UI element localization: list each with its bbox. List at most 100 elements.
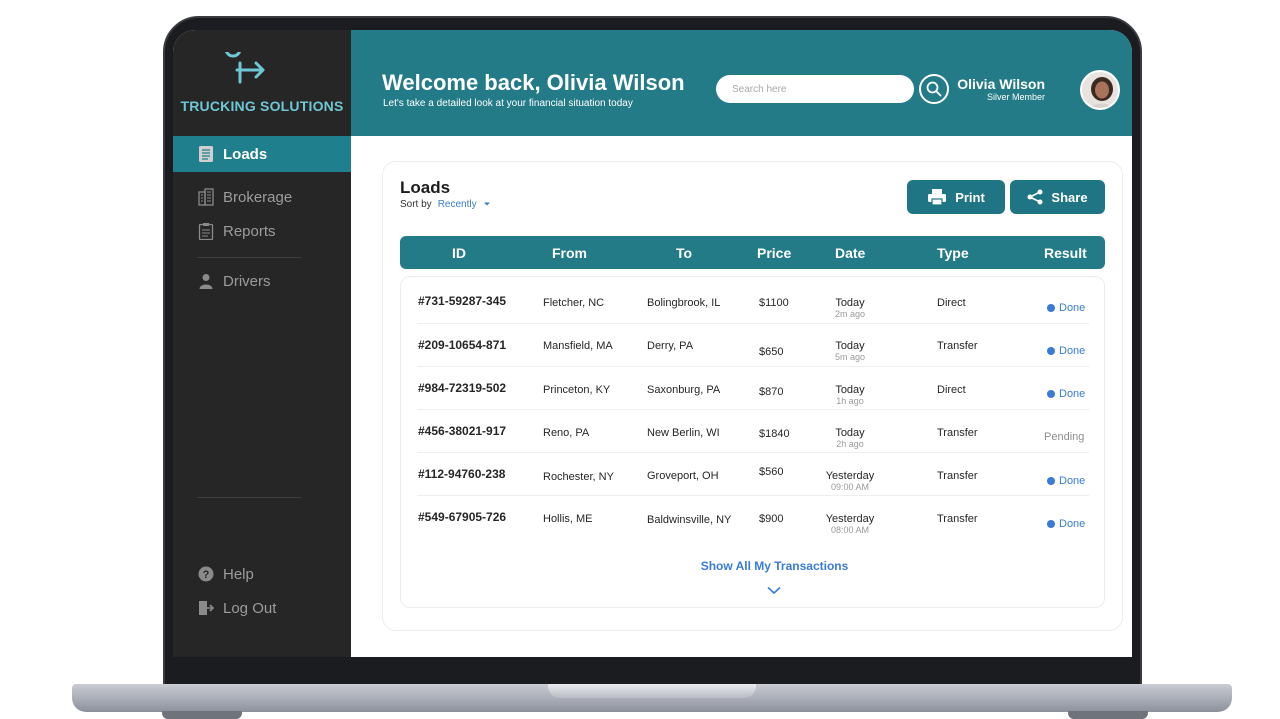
load-from: Hollis, ME (543, 513, 593, 525)
column-header-type[interactable]: Type (937, 245, 969, 261)
brand-name: TRUCKING SOLUTIONS (180, 98, 344, 114)
column-header-id[interactable]: ID (452, 245, 466, 261)
load-id[interactable]: #984-72319-502 (418, 381, 506, 395)
printer-icon (928, 189, 947, 206)
status-text: Done (1059, 475, 1086, 487)
document-icon (197, 145, 215, 163)
load-from: Reno, PA (543, 427, 590, 439)
arrow-logo-icon (225, 52, 265, 84)
print-label: Print (955, 189, 985, 205)
sidebar-item-drivers[interactable]: Drivers (173, 263, 351, 299)
load-to: Groveport, OH (647, 470, 719, 482)
table-header: ID From To Price Date Type Result (400, 236, 1105, 269)
column-header-to[interactable]: To (676, 245, 692, 261)
load-type: Direct (937, 297, 966, 309)
load-id[interactable]: #112-94760-238 (418, 467, 505, 481)
load-to: Derry, PA (647, 340, 694, 352)
load-to: New Berlin, WI (647, 427, 720, 439)
sidebar-item-logout[interactable]: Log Out (173, 590, 351, 626)
table-row[interactable]: #456-38021-917 Reno, PA New Berlin, WI $… (417, 410, 1089, 453)
status-text: Done (1059, 302, 1086, 314)
table-row[interactable]: #112-94760-238 Rochester, NY Groveport, … (417, 453, 1089, 496)
user-icon (197, 272, 215, 290)
search-button[interactable] (919, 74, 949, 104)
status-badge: Done (1047, 345, 1085, 357)
sidebar-item-label: Drivers (223, 272, 271, 290)
status-badge: Done (1047, 388, 1085, 400)
user-photo-icon (1082, 72, 1118, 108)
sidebar-item-label: Reports (223, 222, 276, 240)
sidebar-item-label: Help (223, 565, 254, 583)
check-icon (1047, 520, 1055, 528)
column-header-result[interactable]: Result (1044, 245, 1087, 261)
load-time: 1h ago (836, 396, 864, 406)
sidebar-item-loads[interactable]: Loads (173, 136, 351, 172)
show-all-link[interactable]: Show All My Transactions (652, 559, 897, 573)
sidebar-item-reports[interactable]: Reports (173, 213, 351, 249)
load-time: 08:00 AM (830, 525, 870, 535)
load-price: $870 (759, 386, 784, 398)
search-input[interactable] (716, 75, 914, 103)
help-icon: ? (197, 565, 215, 583)
sort-value[interactable]: Recently (438, 199, 477, 210)
load-price: $900 (759, 513, 784, 525)
sidebar-item-label: Loads (223, 145, 268, 163)
laptop-notch (548, 684, 756, 698)
status-badge: Done (1047, 302, 1085, 314)
load-type: Transfer (937, 427, 978, 439)
laptop-foot-left (162, 711, 242, 719)
loads-title: Loads (400, 178, 451, 197)
welcome-subtitle: Let's take a detailed look at your finan… (383, 98, 633, 109)
sidebar-item-brokerage[interactable]: Brokerage (173, 179, 351, 215)
load-id[interactable]: #456-38021-917 (418, 424, 506, 438)
load-time: 2m ago (834, 309, 866, 319)
table-row[interactable]: #731-59287-345 Fletcher, NC Bolingbrook,… (417, 281, 1089, 324)
share-button[interactable]: Share (1010, 180, 1105, 214)
check-icon (1047, 304, 1055, 312)
sort-control[interactable]: Sort by Recently (400, 199, 491, 210)
check-icon (1047, 390, 1055, 398)
chevron-down-icon[interactable] (767, 586, 781, 595)
table-row[interactable]: #209-10654-871 Mansfield, MA Derry, PA $… (417, 324, 1089, 367)
user-role: Silver Member (986, 92, 1045, 102)
load-from: Fletcher, NC (543, 297, 605, 309)
load-to: Baldwinsville, NY (647, 514, 732, 526)
load-from: Mansfield, MA (543, 340, 613, 352)
sidebar-divider (197, 497, 301, 498)
sidebar-item-label: Log Out (223, 599, 277, 617)
sidebar: TRUCKING SOLUTIONS Loads Brokerage Repor… (173, 30, 351, 657)
load-price: $560 (759, 466, 784, 478)
building-icon (197, 188, 215, 206)
column-header-date[interactable]: Date (835, 245, 865, 261)
status-badge: Done (1047, 475, 1085, 487)
status-badge: Done (1047, 518, 1085, 530)
load-type: Direct (937, 384, 966, 396)
load-id[interactable]: #731-59287-345 (418, 294, 506, 308)
load-time: 09:00 AM (830, 482, 870, 492)
load-date: Today (835, 427, 865, 439)
table-row[interactable]: #984-72319-502 Princeton, KY Saxonburg, … (417, 367, 1089, 410)
caret-down-icon (484, 202, 491, 206)
load-id[interactable]: #549-67905-726 (418, 510, 506, 524)
load-date: Today (835, 340, 865, 352)
status-text: Done (1059, 345, 1086, 357)
column-header-from[interactable]: From (552, 245, 587, 261)
load-type: Transfer (937, 340, 978, 352)
sort-label: Sort by (400, 199, 432, 210)
laptop-foot-right (1068, 711, 1148, 719)
load-id[interactable]: #209-10654-871 (418, 338, 506, 352)
load-type: Transfer (937, 513, 978, 525)
load-from: Rochester, NY (543, 471, 614, 483)
load-date: Today (835, 297, 865, 309)
status-badge: Pending (1044, 431, 1085, 443)
print-button[interactable]: Print (907, 180, 1005, 214)
load-date: Yesterday (825, 470, 875, 482)
table-row[interactable]: #549-67905-726 Hollis, ME Baldwinsville,… (417, 496, 1089, 539)
load-type: Transfer (937, 470, 978, 482)
sidebar-item-help[interactable]: ? Help (173, 556, 351, 592)
status-text: Done (1059, 518, 1086, 530)
column-header-price[interactable]: Price (757, 245, 791, 261)
avatar[interactable] (1080, 70, 1120, 110)
search-icon (926, 81, 942, 97)
sidebar-divider (197, 257, 301, 258)
